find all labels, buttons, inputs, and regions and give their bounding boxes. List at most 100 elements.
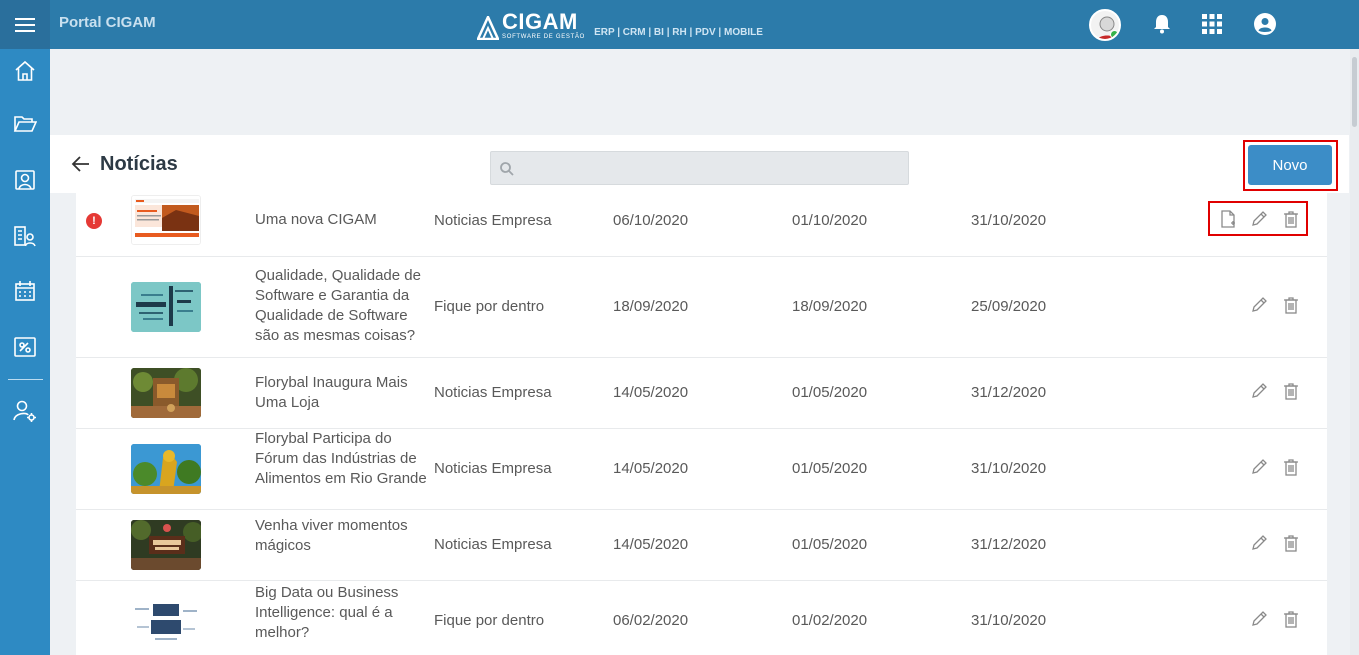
bell-icon [1154, 15, 1170, 34]
delete-button[interactable] [1282, 296, 1300, 314]
hamburger-menu-button[interactable] [0, 0, 50, 49]
apps-grid-icon [1202, 14, 1222, 34]
sidebar-item-contacts[interactable] [0, 160, 50, 200]
cigam-logo[interactable]: CIGAM SOFTWARE DE GESTÃO ERP | CRM | BI … [477, 11, 763, 40]
news-publish-date: 18/09/2020 [613, 298, 689, 315]
news-table: ! Uma nova CIGAM Noticias Empresa 06/10/… [76, 193, 1327, 655]
home-icon [15, 60, 35, 81]
news-title[interactable]: Big Data ou Business Intelligence: qual … [255, 583, 435, 643]
account-button[interactable] [1253, 12, 1277, 36]
user-avatar[interactable] [1089, 9, 1121, 41]
news-start-date: 01/05/2020 [792, 536, 868, 553]
edit-button[interactable] [1250, 296, 1268, 314]
search-field[interactable] [490, 151, 909, 185]
news-end-date: 25/09/2020 [971, 298, 1047, 315]
table-row[interactable]: ! Uma nova CIGAM Noticias Empresa 06/10/… [76, 193, 1327, 257]
news-publish-date: 06/10/2020 [613, 212, 689, 229]
news-title[interactable]: Florybal Participa do Fórum das Indústri… [255, 429, 435, 489]
org-chart-icon [14, 226, 36, 247]
news-publish-date: 14/05/2020 [613, 536, 689, 553]
news-title[interactable]: Florybal Inaugura Mais Uma Loja [255, 373, 435, 413]
news-category: Noticias Empresa [434, 212, 552, 229]
online-status-dot [1110, 30, 1119, 39]
ticket-icon [14, 337, 36, 357]
user-settings-icon [13, 400, 36, 422]
news-thumbnail[interactable] [131, 368, 201, 418]
statue-park-thumbnail-image [131, 444, 201, 494]
news-category: Noticias Empresa [434, 384, 552, 401]
top-bar: Portal CIGAM CIGAM SOFTWARE DE GESTÃO ER… [0, 0, 1359, 49]
folder-open-icon [13, 116, 37, 132]
cigam-logo-mark-icon [477, 16, 499, 40]
page-title: Notícias [100, 153, 178, 175]
trash-icon [1284, 534, 1298, 552]
news-thumbnail[interactable] [131, 444, 201, 494]
sidebar-item-folders[interactable] [0, 104, 50, 144]
news-thumbnail[interactable] [131, 282, 201, 332]
sidebar-item-home[interactable] [0, 51, 50, 91]
news-publish-date: 14/05/2020 [613, 460, 689, 477]
delete-button[interactable] [1282, 210, 1300, 228]
news-title[interactable]: Venha viver momentos mágicos [255, 516, 435, 556]
scrollbar-thumb[interactable] [1352, 57, 1357, 127]
pencil-icon [1252, 383, 1267, 398]
table-row[interactable]: Big Data ou Business Intelligence: qual … [76, 581, 1327, 655]
edit-button[interactable] [1250, 382, 1268, 400]
back-arrow-icon[interactable] [71, 154, 91, 174]
table-row[interactable]: Florybal Inaugura Mais Uma Loja Noticias… [76, 358, 1327, 429]
news-publish-date: 14/05/2020 [613, 384, 689, 401]
portal-title[interactable]: Portal CIGAM [59, 14, 156, 31]
news-title[interactable]: Qualidade, Qualidade de Software e Garan… [255, 266, 435, 346]
edit-button[interactable] [1250, 610, 1268, 628]
trash-icon [1284, 610, 1298, 628]
sidebar-item-organization[interactable] [0, 216, 50, 256]
news-thumbnail[interactable] [131, 596, 201, 646]
table-row[interactable]: Qualidade, Qualidade de Software e Garan… [76, 257, 1327, 358]
news-start-date: 01/05/2020 [792, 384, 868, 401]
notifications-button[interactable] [1150, 12, 1174, 36]
novo-button[interactable]: Novo [1248, 145, 1332, 185]
table-row[interactable]: Florybal Participa do Fórum das Indústri… [76, 429, 1327, 510]
sidebar [0, 49, 50, 655]
brand-tagline: SOFTWARE DE GESTÃO [502, 34, 586, 40]
edit-button[interactable] [1250, 458, 1268, 476]
edit-button[interactable] [1250, 534, 1268, 552]
news-title[interactable]: Uma nova CIGAM [255, 210, 435, 230]
news-thumbnail[interactable] [131, 520, 201, 570]
news-end-date: 31/10/2020 [971, 460, 1047, 477]
news-category: Fique por dentro [434, 612, 545, 629]
sidebar-divider [8, 379, 43, 380]
trash-icon [1284, 296, 1298, 314]
sidebar-item-calendar[interactable] [0, 271, 50, 311]
garden-store-thumbnail-image [131, 368, 201, 418]
apps-button[interactable] [1200, 12, 1224, 36]
trash-icon [1284, 382, 1298, 400]
delete-button[interactable] [1282, 610, 1300, 628]
big-data-thumbnail-image [131, 596, 201, 646]
hamburger-icon [15, 17, 35, 32]
delete-button[interactable] [1282, 458, 1300, 476]
table-row[interactable]: Venha viver momentos mágicos Noticias Em… [76, 510, 1327, 581]
page-scrollbar[interactable] [1350, 49, 1359, 655]
brand-modules: ERP | CRM | BI | RH | PDV | MOBILE [594, 27, 763, 38]
news-start-date: 01/02/2020 [792, 612, 868, 629]
account-circle-icon [1254, 13, 1276, 35]
contacts-icon [15, 170, 35, 190]
pencil-icon [1252, 297, 1267, 312]
trash-icon [1284, 458, 1298, 476]
news-start-date: 18/09/2020 [792, 298, 868, 315]
pencil-icon [1252, 211, 1267, 226]
edit-button[interactable] [1250, 210, 1268, 228]
delete-button[interactable] [1282, 382, 1300, 400]
search-input[interactable] [521, 158, 901, 178]
view-document-button[interactable] [1219, 210, 1237, 228]
sidebar-item-user-settings[interactable] [0, 391, 50, 431]
calendar-icon [15, 281, 35, 301]
news-thumbnail[interactable] [131, 195, 201, 245]
document-icon [1221, 210, 1235, 228]
sidebar-item-tickets[interactable] [0, 327, 50, 367]
trash-icon [1284, 210, 1298, 228]
pencil-icon [1252, 459, 1267, 474]
delete-button[interactable] [1282, 534, 1300, 552]
news-start-date: 01/05/2020 [792, 460, 868, 477]
